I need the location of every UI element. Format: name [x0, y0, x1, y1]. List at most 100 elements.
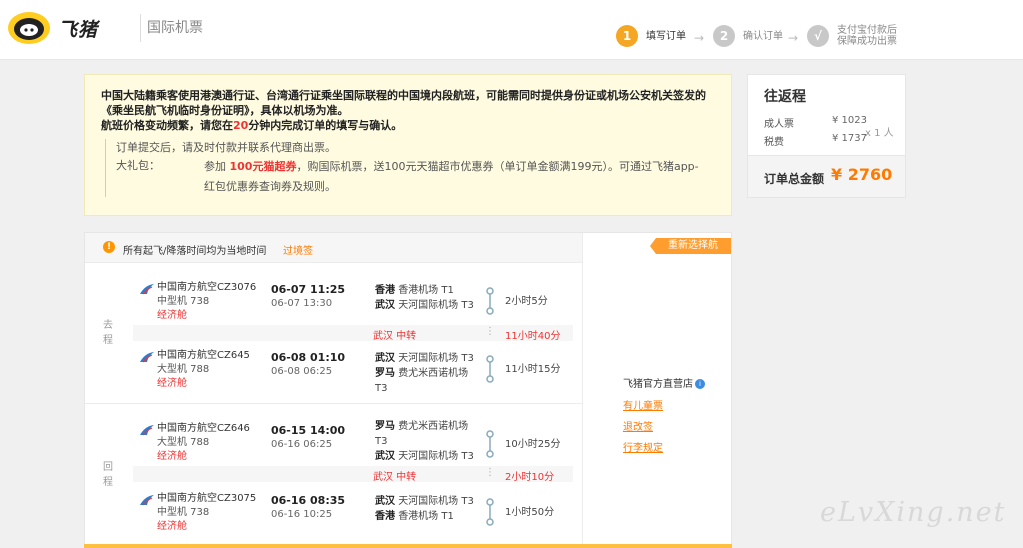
departure-airport: 武汉 天河国际机场 T3 — [375, 496, 474, 507]
baggage-rules-link[interactable]: 行李规定 — [623, 439, 663, 454]
coupon-highlight: 100元猫超券 — [229, 160, 297, 173]
china-southern-logo-icon — [140, 284, 154, 295]
official-store-label[interactable]: 飞猪官方直营店 i — [623, 375, 705, 390]
child-ticket-link[interactable]: 有儿童票 — [623, 397, 663, 412]
brand-name[interactable]: 飞猪 — [58, 15, 98, 42]
refund-change-link[interactable]: 退改签 — [623, 418, 653, 433]
step-fill-order: 1 填写订单 — [616, 25, 686, 47]
arrival-airport: 香港 香港机场 T1 — [375, 511, 454, 522]
timezone-note: 所有起飞/降落时间均为当地时间 — [123, 246, 267, 257]
aircraft-type: 中型机 738 — [157, 507, 210, 518]
timezone-bar: ! 所有起飞/降落时间均为当地时间 过境签 — [85, 233, 582, 263]
flight-row: 中国南方航空CZ3076 中型机 738 经济舱 06-07 11:25 06-… — [133, 278, 573, 322]
panel-divider — [582, 233, 583, 548]
airline-flight-no: 中国南方航空CZ3076 — [157, 282, 257, 293]
step-confirm-order: 2 确认订单 — [713, 25, 783, 47]
adult-fare-value: ¥ 1023 — [832, 115, 867, 126]
notice-id-requirement: 中国大陆籍乘客使用港澳通行证、台湾通行证乘坐国际联程的中国境内段航班，可能需同时… — [101, 89, 706, 117]
cabin-class: 经济舱 — [157, 521, 187, 532]
aircraft-type: 中型机 738 — [157, 296, 210, 307]
step-pay: √ 支付宝付款后 保障成功出票 — [807, 25, 897, 47]
flight-row: 中国南方航空CZ645 大型机 788 经济舱 06-08 01:10 06-0… — [133, 346, 573, 394]
step-label: 确认订单 — [743, 30, 783, 42]
top-header: 飞猪 国际机票 1 填写订单 → 2 确认订单 → √ 支付宝付款后 保障成功出… — [0, 0, 1023, 60]
departure-airport: 武汉 天河国际机场 T3 — [375, 353, 474, 364]
total-price: ¥ 2760 — [831, 165, 893, 184]
transfer-duration: 2小时10分 — [505, 472, 555, 483]
total-label: 订单总金额 — [764, 172, 825, 186]
tax-value: ¥ 1737 — [832, 133, 867, 144]
departure-time: 06-16 08:35 — [271, 494, 346, 507]
outbound-label: 去程 — [103, 320, 113, 346]
total-row: 订单总金额 ¥ 2760 — [748, 155, 905, 197]
transfer-city: 武汉 中转 — [373, 331, 417, 342]
arrival-airport: 武汉 天河国际机场 T3 — [375, 451, 474, 462]
rechoose-flight-button[interactable]: 重新选择航班 — [650, 238, 731, 267]
arrival-time: 06-07 13:30 — [271, 298, 333, 309]
flight-row: 中国南方航空CZ646 大型机 788 经济舱 06-15 14:00 06-1… — [133, 419, 573, 463]
watermark: eLvXing.net — [820, 497, 1007, 528]
transfer-city: 武汉 中转 — [373, 472, 417, 483]
step-arrow-icon: → — [788, 31, 799, 45]
cabin-class: 经济舱 — [157, 378, 187, 389]
cabin-class: 经济舱 — [157, 451, 187, 462]
arrival-time: 06-08 06:25 — [271, 366, 333, 377]
header-divider — [140, 14, 141, 42]
transfer-row: 武汉 中转 ⋮ 11小时40分 — [133, 325, 573, 342]
arrival-time: 06-16 10:25 — [271, 509, 333, 520]
flight-row: 中国南方航空CZ3075 中型机 738 经济舱 06-16 08:35 06-… — [133, 489, 573, 533]
info-icon: ! — [103, 241, 115, 253]
transit-visa-link[interactable]: 过境签 — [283, 242, 313, 257]
route-icon — [486, 498, 494, 526]
departure-airport: 香港 香港机场 T1 — [375, 285, 454, 296]
flight-duration: 2小时5分 — [505, 296, 548, 307]
step-number: 2 — [713, 25, 735, 47]
route-icon — [486, 287, 494, 315]
transfer-dots-icon: ⋮ — [485, 326, 495, 337]
departure-time: 06-08 01:10 — [271, 351, 346, 364]
bottom-accent-bar — [84, 544, 732, 548]
tax-label: 税费 — [764, 137, 784, 148]
segment-divider — [85, 403, 582, 404]
airline-flight-no: 中国南方航空CZ3075 — [157, 493, 257, 504]
departure-time: 06-15 14:00 — [271, 424, 346, 437]
cabin-class: 经济舱 — [157, 310, 187, 321]
transfer-duration: 11小时40分 — [505, 331, 561, 342]
transfer-dots-icon: ⋮ — [485, 467, 495, 478]
step-label: 支付宝付款后 保障成功出票 — [837, 25, 897, 47]
flight-duration: 11小时15分 — [505, 364, 561, 375]
departure-airport: 罗马 费尤米西诺机场 T3 — [375, 421, 469, 447]
notice-list: 订单提交后，请及时付款并联系代理商出票。 大礼包： 参加 100元猫超券，购国际… — [105, 139, 715, 197]
notice-item: 订单提交后，请及时付款并联系代理商出票。 — [116, 141, 336, 154]
step-label: 填写订单 — [646, 30, 686, 42]
check-icon: √ — [807, 25, 829, 47]
store-info-icon: i — [695, 379, 705, 389]
flight-duration: 10小时25分 — [505, 439, 561, 450]
route-icon — [486, 355, 494, 383]
page-section-title: 国际机票 — [147, 20, 203, 36]
arrival-time: 06-16 06:25 — [271, 439, 333, 450]
fliggy-pig-logo[interactable] — [6, 10, 52, 46]
arrival-airport: 武汉 天河国际机场 T3 — [375, 300, 474, 311]
aircraft-type: 大型机 788 — [157, 437, 210, 448]
inbound-label: 回程 — [103, 462, 113, 488]
passenger-count: x 1 人 — [865, 128, 894, 139]
china-southern-logo-icon — [140, 425, 154, 436]
time-limit-minutes: 20 — [233, 119, 249, 132]
transfer-row: 武汉 中转 ⋮ 2小时10分 — [133, 466, 573, 483]
step-number: 1 — [616, 25, 638, 47]
china-southern-logo-icon — [140, 352, 154, 363]
notice-item-gift: 大礼包： 参加 100元猫超券，购国际机票，送100元天猫超市优惠券（单订单金额… — [116, 159, 699, 193]
notice-box: 中国大陆籍乘客使用港澳通行证、台湾通行证乘坐国际联程的中国境内段航班，可能需同时… — [84, 74, 732, 216]
price-summary: 往返程 成人票 ¥ 1023 税费 ¥ 1737 x 1 人 订单总金额 ¥ 2… — [747, 74, 906, 198]
step-arrow-icon: → — [694, 31, 705, 45]
flight-duration: 1小时50分 — [505, 507, 555, 518]
china-southern-logo-icon — [140, 495, 154, 506]
airline-flight-no: 中国南方航空CZ646 — [157, 423, 250, 434]
flights-panel: ! 所有起飞/降落时间均为当地时间 过境签 重新选择航班 去程 中国南方航空CZ… — [84, 232, 732, 548]
aircraft-type: 大型机 788 — [157, 364, 210, 375]
adult-fare-label: 成人票 — [764, 119, 794, 130]
route-icon — [486, 430, 494, 458]
arrival-airport: 罗马 费尤米西诺机场 T3 — [375, 368, 469, 394]
airline-flight-no: 中国南方航空CZ645 — [157, 350, 250, 361]
